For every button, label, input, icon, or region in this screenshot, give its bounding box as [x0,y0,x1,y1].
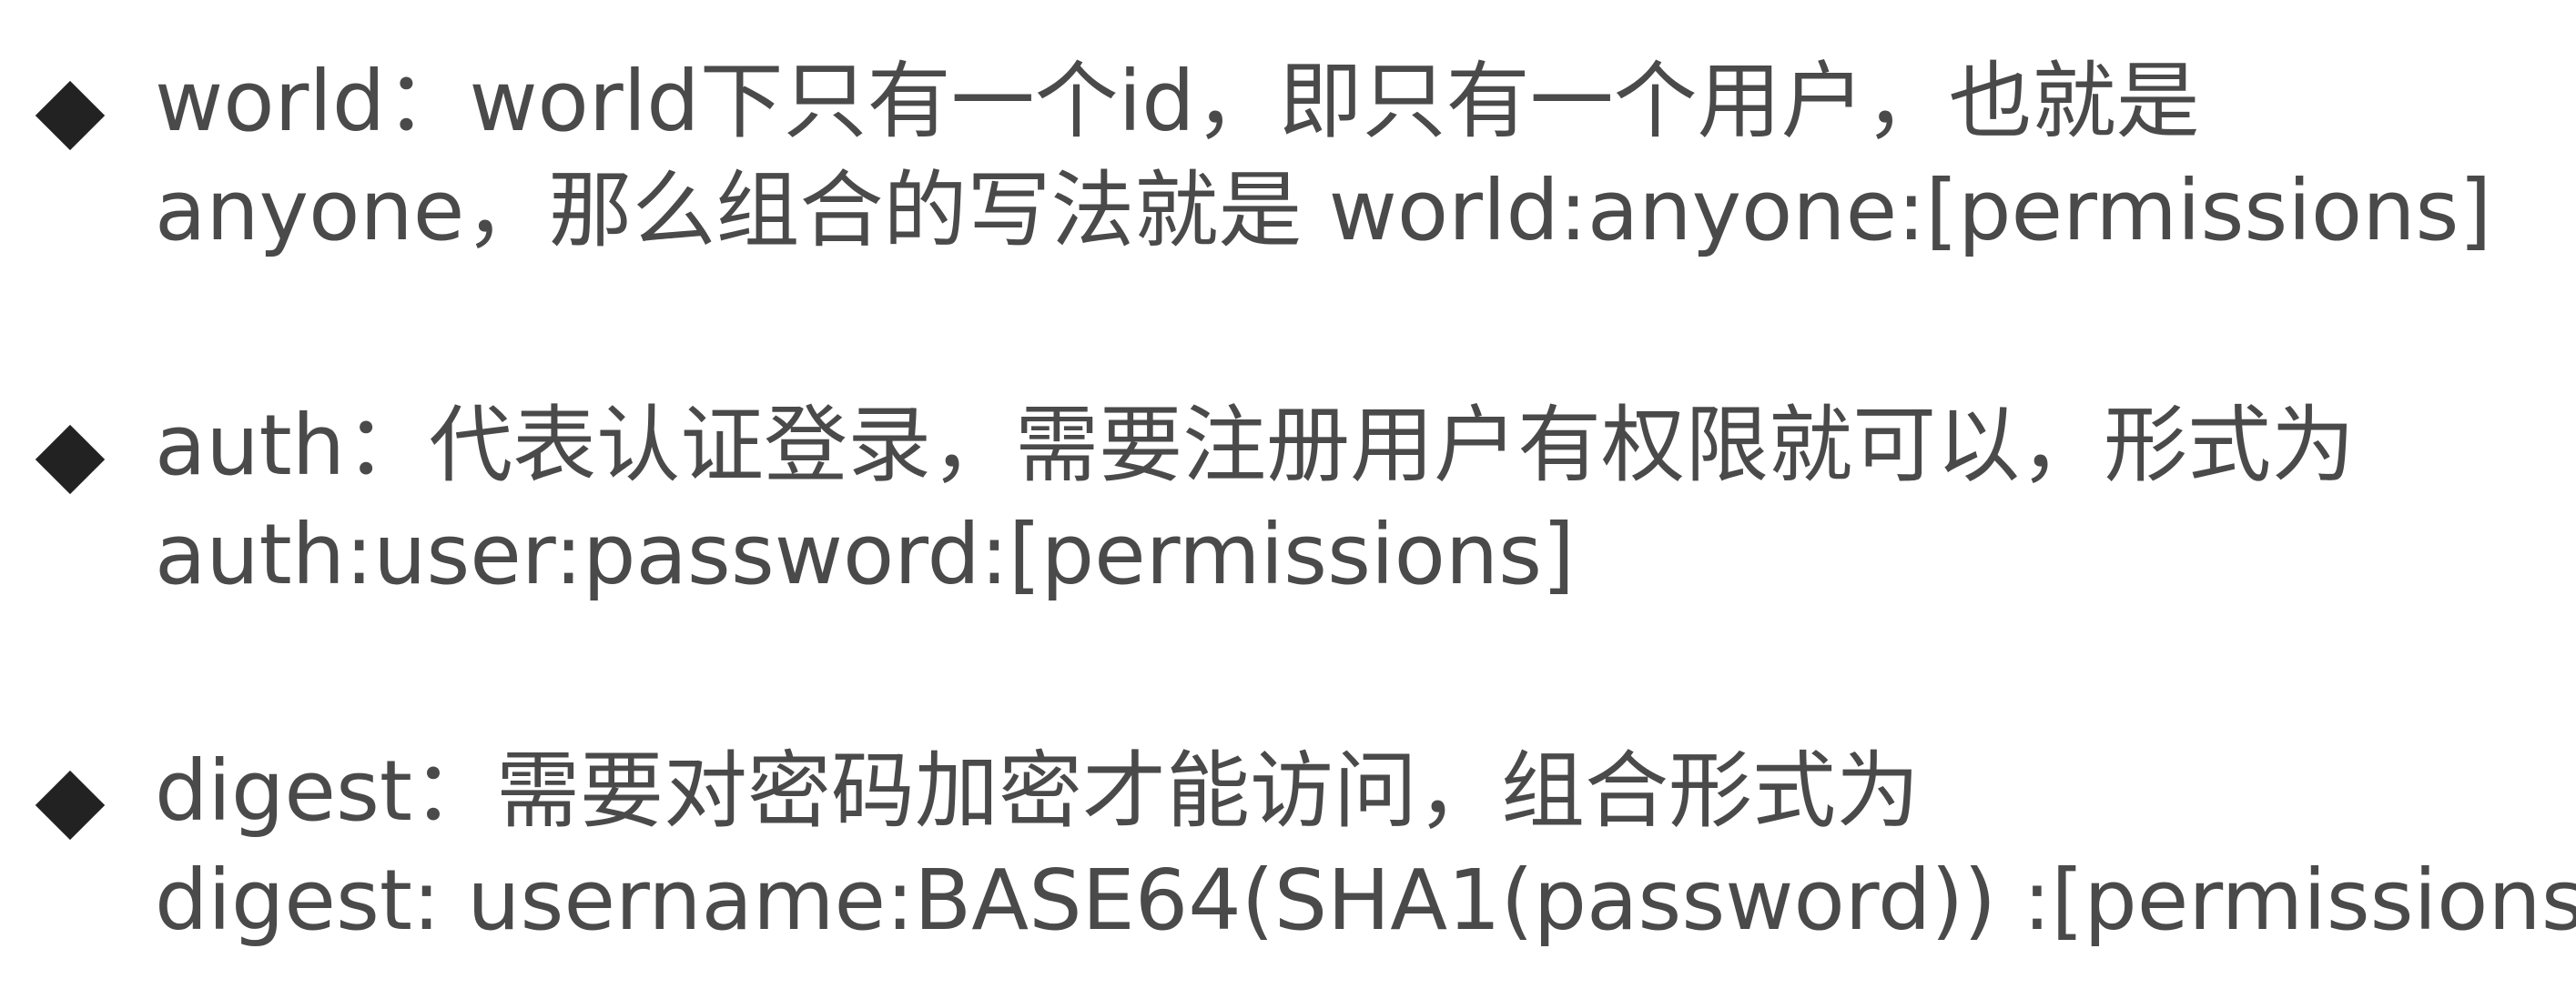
slide-content: world：world下只有一个id，即只有一个用户，也就是 anyone，那么… [0,0,2576,999]
bullet-line-1: digest：需要对密码加密才能访问，组合形式为 [155,742,1920,840]
diamond-bullet-icon [35,80,106,151]
diamond-bullet-icon [35,424,106,495]
bullet-text-digest: digest：需要对密码加密才能访问，组合形式为 digest: usernam… [155,737,2576,955]
bullet-line-1: auth：代表认证登录，需要注册用户有权限就可以，形式为 [155,397,2356,494]
bullet-text-world: world：world下只有一个id，即只有一个用户，也就是 anyone，那么… [155,47,2558,266]
bullet-text-auth: auth：代表认证登录，需要注册用户有权限就可以，形式为 auth:user:p… [155,391,2558,610]
diamond-bullet-icon [35,770,106,841]
bullet-line-2: anyone，那么组合的写法就是 world:anyone:[permissio… [155,162,2492,259]
bullet-line-2: auth:user:password:[permissions] [155,506,1576,603]
bullet-line-2: digest: username:BASE64(SHA1(password)) … [155,852,2576,949]
bullet-line-1: world：world下只有一个id，即只有一个用户，也就是 [155,53,2200,150]
